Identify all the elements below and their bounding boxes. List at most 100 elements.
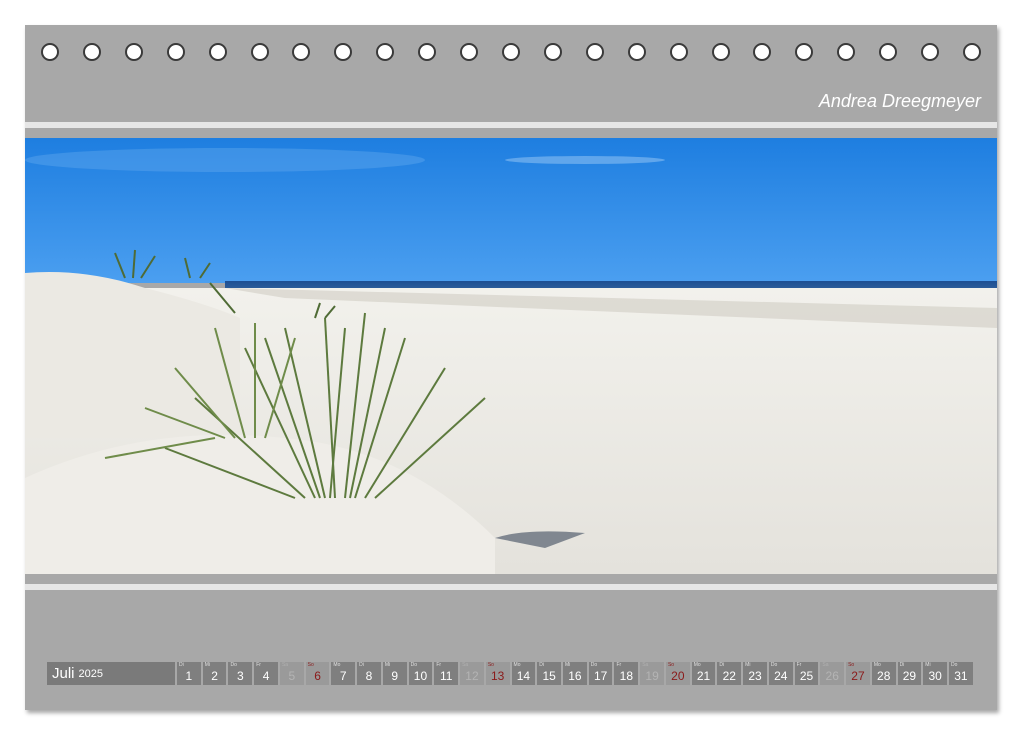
day-cell: Fr11 bbox=[434, 662, 458, 685]
day-number: 21 bbox=[692, 669, 716, 683]
month-name: Juli bbox=[52, 665, 75, 682]
day-number: 24 bbox=[769, 669, 793, 683]
day-of-week: So bbox=[848, 663, 854, 668]
day-of-week: Do bbox=[230, 663, 236, 668]
day-number: 23 bbox=[743, 669, 767, 683]
day-of-week: Mi bbox=[925, 663, 930, 668]
day-cell: Mi9 bbox=[383, 662, 407, 685]
binding-holes bbox=[41, 43, 981, 65]
day-number: 20 bbox=[666, 669, 690, 683]
day-of-week: Mo bbox=[514, 663, 521, 668]
day-number: 4 bbox=[254, 669, 278, 683]
day-number: 29 bbox=[898, 669, 922, 683]
binding-hole bbox=[334, 43, 352, 61]
binding-hole bbox=[460, 43, 478, 61]
day-of-week: Sa bbox=[822, 663, 828, 668]
day-number: 7 bbox=[331, 669, 355, 683]
binding-hole bbox=[586, 43, 604, 61]
day-of-week: Do bbox=[951, 663, 957, 668]
day-cell: So13 bbox=[486, 662, 510, 685]
day-cell: Sa12 bbox=[460, 662, 484, 685]
day-cell: Fr25 bbox=[795, 662, 819, 685]
day-of-week: So bbox=[668, 663, 674, 668]
day-cell: So27 bbox=[846, 662, 870, 685]
day-cell: Sa19 bbox=[640, 662, 664, 685]
day-number: 19 bbox=[640, 669, 664, 683]
day-number: 18 bbox=[614, 669, 638, 683]
day-cell: Do17 bbox=[589, 662, 613, 685]
month-label-box: Juli 2025 bbox=[47, 662, 175, 685]
day-of-week: Do bbox=[771, 663, 777, 668]
day-cell: Mi2 bbox=[203, 662, 227, 685]
day-number: 17 bbox=[589, 669, 613, 683]
day-of-week: Di bbox=[539, 663, 544, 668]
bottom-divider bbox=[25, 584, 997, 590]
day-of-week: So bbox=[308, 663, 314, 668]
day-cell: Di1 bbox=[177, 662, 201, 685]
month-calendar-bar: Juli 2025 Di1Mi2Do3Fr4Sa5So6Mo7Di8Mi9Do1… bbox=[47, 662, 973, 685]
day-cell: Mo28 bbox=[872, 662, 896, 685]
day-of-week: Sa bbox=[462, 663, 468, 668]
top-divider bbox=[25, 122, 997, 128]
day-cell: Sa5 bbox=[280, 662, 304, 685]
day-number: 27 bbox=[846, 669, 870, 683]
day-of-week: Fr bbox=[256, 663, 261, 668]
binding-hole bbox=[795, 43, 813, 61]
day-of-week: Fr bbox=[797, 663, 802, 668]
binding-hole bbox=[125, 43, 143, 61]
day-number: 25 bbox=[795, 669, 819, 683]
day-number: 10 bbox=[409, 669, 433, 683]
day-of-week: Di bbox=[719, 663, 724, 668]
beach-image bbox=[25, 138, 997, 574]
day-of-week: Mo bbox=[333, 663, 340, 668]
day-number: 12 bbox=[460, 669, 484, 683]
binding-hole bbox=[628, 43, 646, 61]
day-number: 11 bbox=[434, 669, 458, 683]
binding-hole bbox=[544, 43, 562, 61]
day-cell: Mo7 bbox=[331, 662, 355, 685]
day-number: 30 bbox=[923, 669, 947, 683]
day-number: 28 bbox=[872, 669, 896, 683]
binding-hole bbox=[418, 43, 436, 61]
binding-hole bbox=[921, 43, 939, 61]
day-of-week: Mi bbox=[565, 663, 570, 668]
binding-hole bbox=[292, 43, 310, 61]
day-cell: Di15 bbox=[537, 662, 561, 685]
day-cell: Mi23 bbox=[743, 662, 767, 685]
binding-hole bbox=[502, 43, 520, 61]
author-name: Andrea Dreegmeyer bbox=[819, 91, 981, 112]
day-number: 2 bbox=[203, 669, 227, 683]
day-number: 5 bbox=[280, 669, 304, 683]
day-cell: Di8 bbox=[357, 662, 381, 685]
day-cell: Do31 bbox=[949, 662, 973, 685]
binding-hole bbox=[879, 43, 897, 61]
binding-hole bbox=[837, 43, 855, 61]
day-number: 22 bbox=[717, 669, 741, 683]
day-cell: Di29 bbox=[898, 662, 922, 685]
day-cell: Sa26 bbox=[820, 662, 844, 685]
day-of-week: Sa bbox=[282, 663, 288, 668]
day-cell: Do24 bbox=[769, 662, 793, 685]
day-of-week: Di bbox=[359, 663, 364, 668]
binding-hole bbox=[41, 43, 59, 61]
binding-hole bbox=[251, 43, 269, 61]
binding-hole bbox=[753, 43, 771, 61]
month-year: 2025 bbox=[79, 668, 103, 680]
day-number: 9 bbox=[383, 669, 407, 683]
day-cell: Mo14 bbox=[512, 662, 536, 685]
day-of-week: Fr bbox=[436, 663, 441, 668]
binding-hole bbox=[712, 43, 730, 61]
day-cell: Fr4 bbox=[254, 662, 278, 685]
day-of-week: Di bbox=[900, 663, 905, 668]
day-number: 31 bbox=[949, 669, 973, 683]
day-cell: So20 bbox=[666, 662, 690, 685]
day-number: 15 bbox=[537, 669, 561, 683]
day-of-week: Sa bbox=[642, 663, 648, 668]
binding-hole bbox=[167, 43, 185, 61]
day-number: 8 bbox=[357, 669, 381, 683]
day-cell: Mi16 bbox=[563, 662, 587, 685]
binding-hole bbox=[963, 43, 981, 61]
day-cell: Do3 bbox=[228, 662, 252, 685]
day-number: 16 bbox=[563, 669, 587, 683]
day-of-week: Mi bbox=[205, 663, 210, 668]
